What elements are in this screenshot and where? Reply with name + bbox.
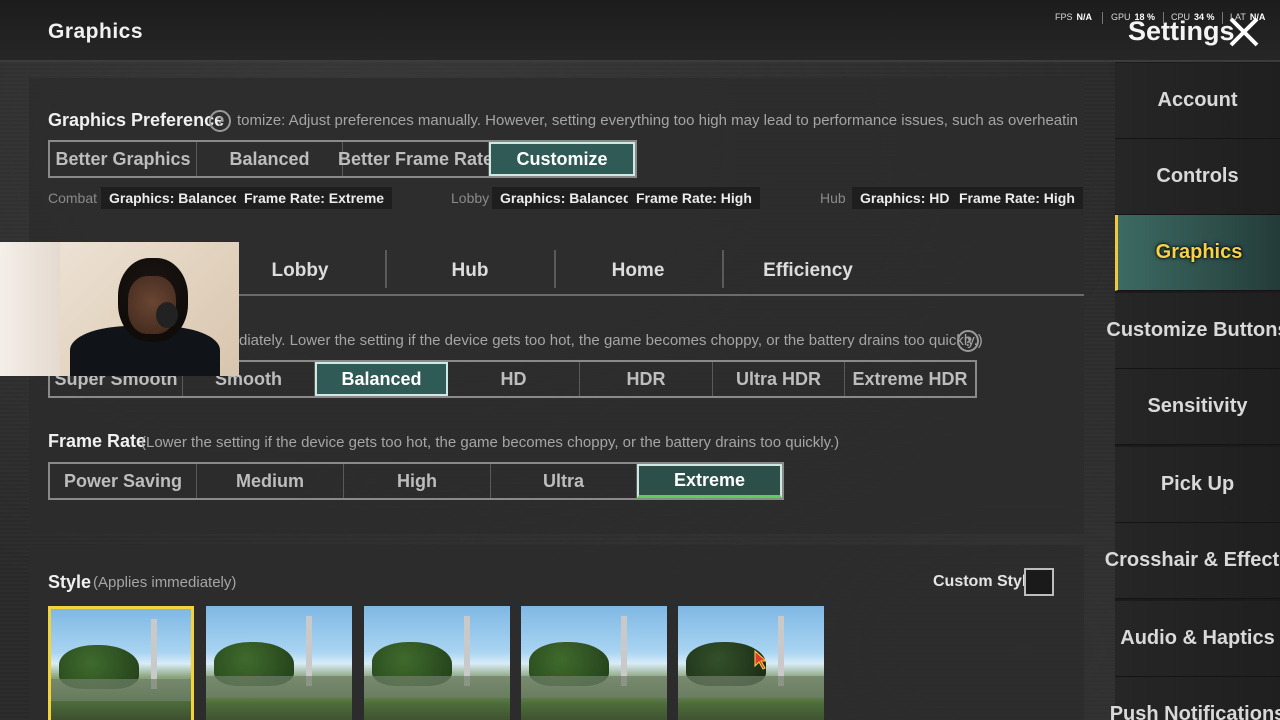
sidebar-item-account[interactable]: Account: [1115, 63, 1280, 139]
graphics-quality-description: diately. Lower the setting if the device…: [239, 332, 983, 349]
preset-chip: Graphics: HD: [852, 187, 958, 209]
preset-label-lobby: Lobby: [451, 190, 490, 206]
cursor-icon: [754, 650, 768, 670]
sidebar-item-graphics[interactable]: Graphics: [1115, 215, 1280, 291]
tab-home[interactable]: Home: [570, 256, 706, 286]
tab-efficiency[interactable]: Efficiency: [740, 256, 876, 286]
graphics-preference-description: tomize: Adjust preferences manually. How…: [237, 112, 1077, 129]
style-thumbnail[interactable]: [364, 606, 510, 720]
help-icon[interactable]: ?: [957, 330, 979, 352]
close-icon: [1229, 17, 1259, 47]
preference-balanced[interactable]: Balanced: [197, 142, 343, 176]
sidebar-item-customize-buttons[interactable]: Customize Buttons: [1106, 293, 1280, 369]
tab-lobby[interactable]: Lobby: [232, 256, 368, 286]
sidebar-item-push-notifications[interactable]: Push Notifications: [1110, 677, 1280, 720]
graphics-preference-label: Graphics Preference: [48, 110, 225, 130]
style-thumbnail[interactable]: [678, 606, 824, 720]
preference-better-frame-rate[interactable]: Better Frame Rate: [338, 142, 493, 176]
style-thumbnail[interactable]: [206, 606, 352, 720]
quality-balanced[interactable]: Balanced: [315, 362, 448, 396]
preset-chip: Graphics: Balanced: [492, 187, 640, 209]
sidebar-item-pick-up[interactable]: Pick Up: [1115, 447, 1280, 523]
custom-style-label: Custom Style: [933, 573, 1036, 590]
sidebar-item-controls[interactable]: Controls: [1115, 139, 1280, 215]
frame-rate-description: (Lower the setting if the device gets to…: [141, 434, 840, 451]
frame-rate-extreme[interactable]: Extreme: [637, 464, 782, 498]
frame-rate-medium[interactable]: Medium: [197, 464, 344, 498]
preset-label-hub: Hub: [820, 190, 846, 206]
quality-ultra-hdr[interactable]: Ultra HDR: [713, 362, 845, 396]
settings-sidebar: Account Controls Graphics Customize Butt…: [1105, 62, 1280, 720]
frame-rate-label: Frame Rate: [48, 431, 147, 451]
frame-rate-power-saving[interactable]: Power Saving: [50, 464, 197, 498]
preset-label-combat: Combat: [48, 190, 98, 206]
quality-hd[interactable]: HD: [448, 362, 580, 396]
tab-divider: [554, 250, 556, 288]
help-icon[interactable]: ?: [209, 110, 231, 132]
quality-hdr[interactable]: HDR: [580, 362, 713, 396]
frame-rate-high[interactable]: High: [344, 464, 491, 498]
preset-chip: Frame Rate: Extreme: [236, 187, 393, 209]
close-button[interactable]: [1228, 16, 1260, 48]
page-title: Graphics: [48, 20, 144, 43]
style-thumbnail[interactable]: [48, 606, 194, 720]
webcam-overlay: [0, 242, 239, 376]
perf-divider: [1102, 12, 1103, 24]
fps-readout: FPS N/A: [1055, 12, 1093, 22]
sidebar-item-audio-haptics[interactable]: Audio & Haptics: [1115, 601, 1280, 677]
preset-chip: Frame Rate: High: [951, 187, 1083, 209]
tab-divider: [385, 250, 387, 288]
custom-style-checkbox[interactable]: [1024, 568, 1054, 596]
quality-extreme-hdr[interactable]: Extreme HDR: [845, 362, 975, 396]
tab-hub[interactable]: Hub: [402, 256, 538, 286]
headset-icon: [156, 302, 178, 328]
preset-chip: Frame Rate: High: [628, 187, 760, 209]
frame-rate-selector: Power Saving Medium High Ultra Extreme: [48, 462, 784, 500]
frame-rate-ultra[interactable]: Ultra: [491, 464, 637, 498]
style-thumbnail[interactable]: [521, 606, 667, 720]
preference-better-graphics[interactable]: Better Graphics: [50, 142, 197, 176]
preference-customize[interactable]: Customize: [489, 142, 635, 176]
graphics-preference-selector: Better Graphics Balanced Better Frame Ra…: [48, 140, 637, 178]
settings-title: Settings: [1128, 16, 1235, 46]
tab-divider: [722, 250, 724, 288]
style-description: (Applies immediately): [93, 574, 237, 591]
sidebar-item-crosshair-effects[interactable]: Crosshair & Effects: [1105, 523, 1280, 599]
preset-chip: Graphics: Balanced: [101, 187, 249, 209]
header-bar: [0, 0, 1280, 62]
sidebar-item-sensitivity[interactable]: Sensitivity: [1115, 369, 1280, 445]
style-label: Style: [48, 572, 92, 592]
